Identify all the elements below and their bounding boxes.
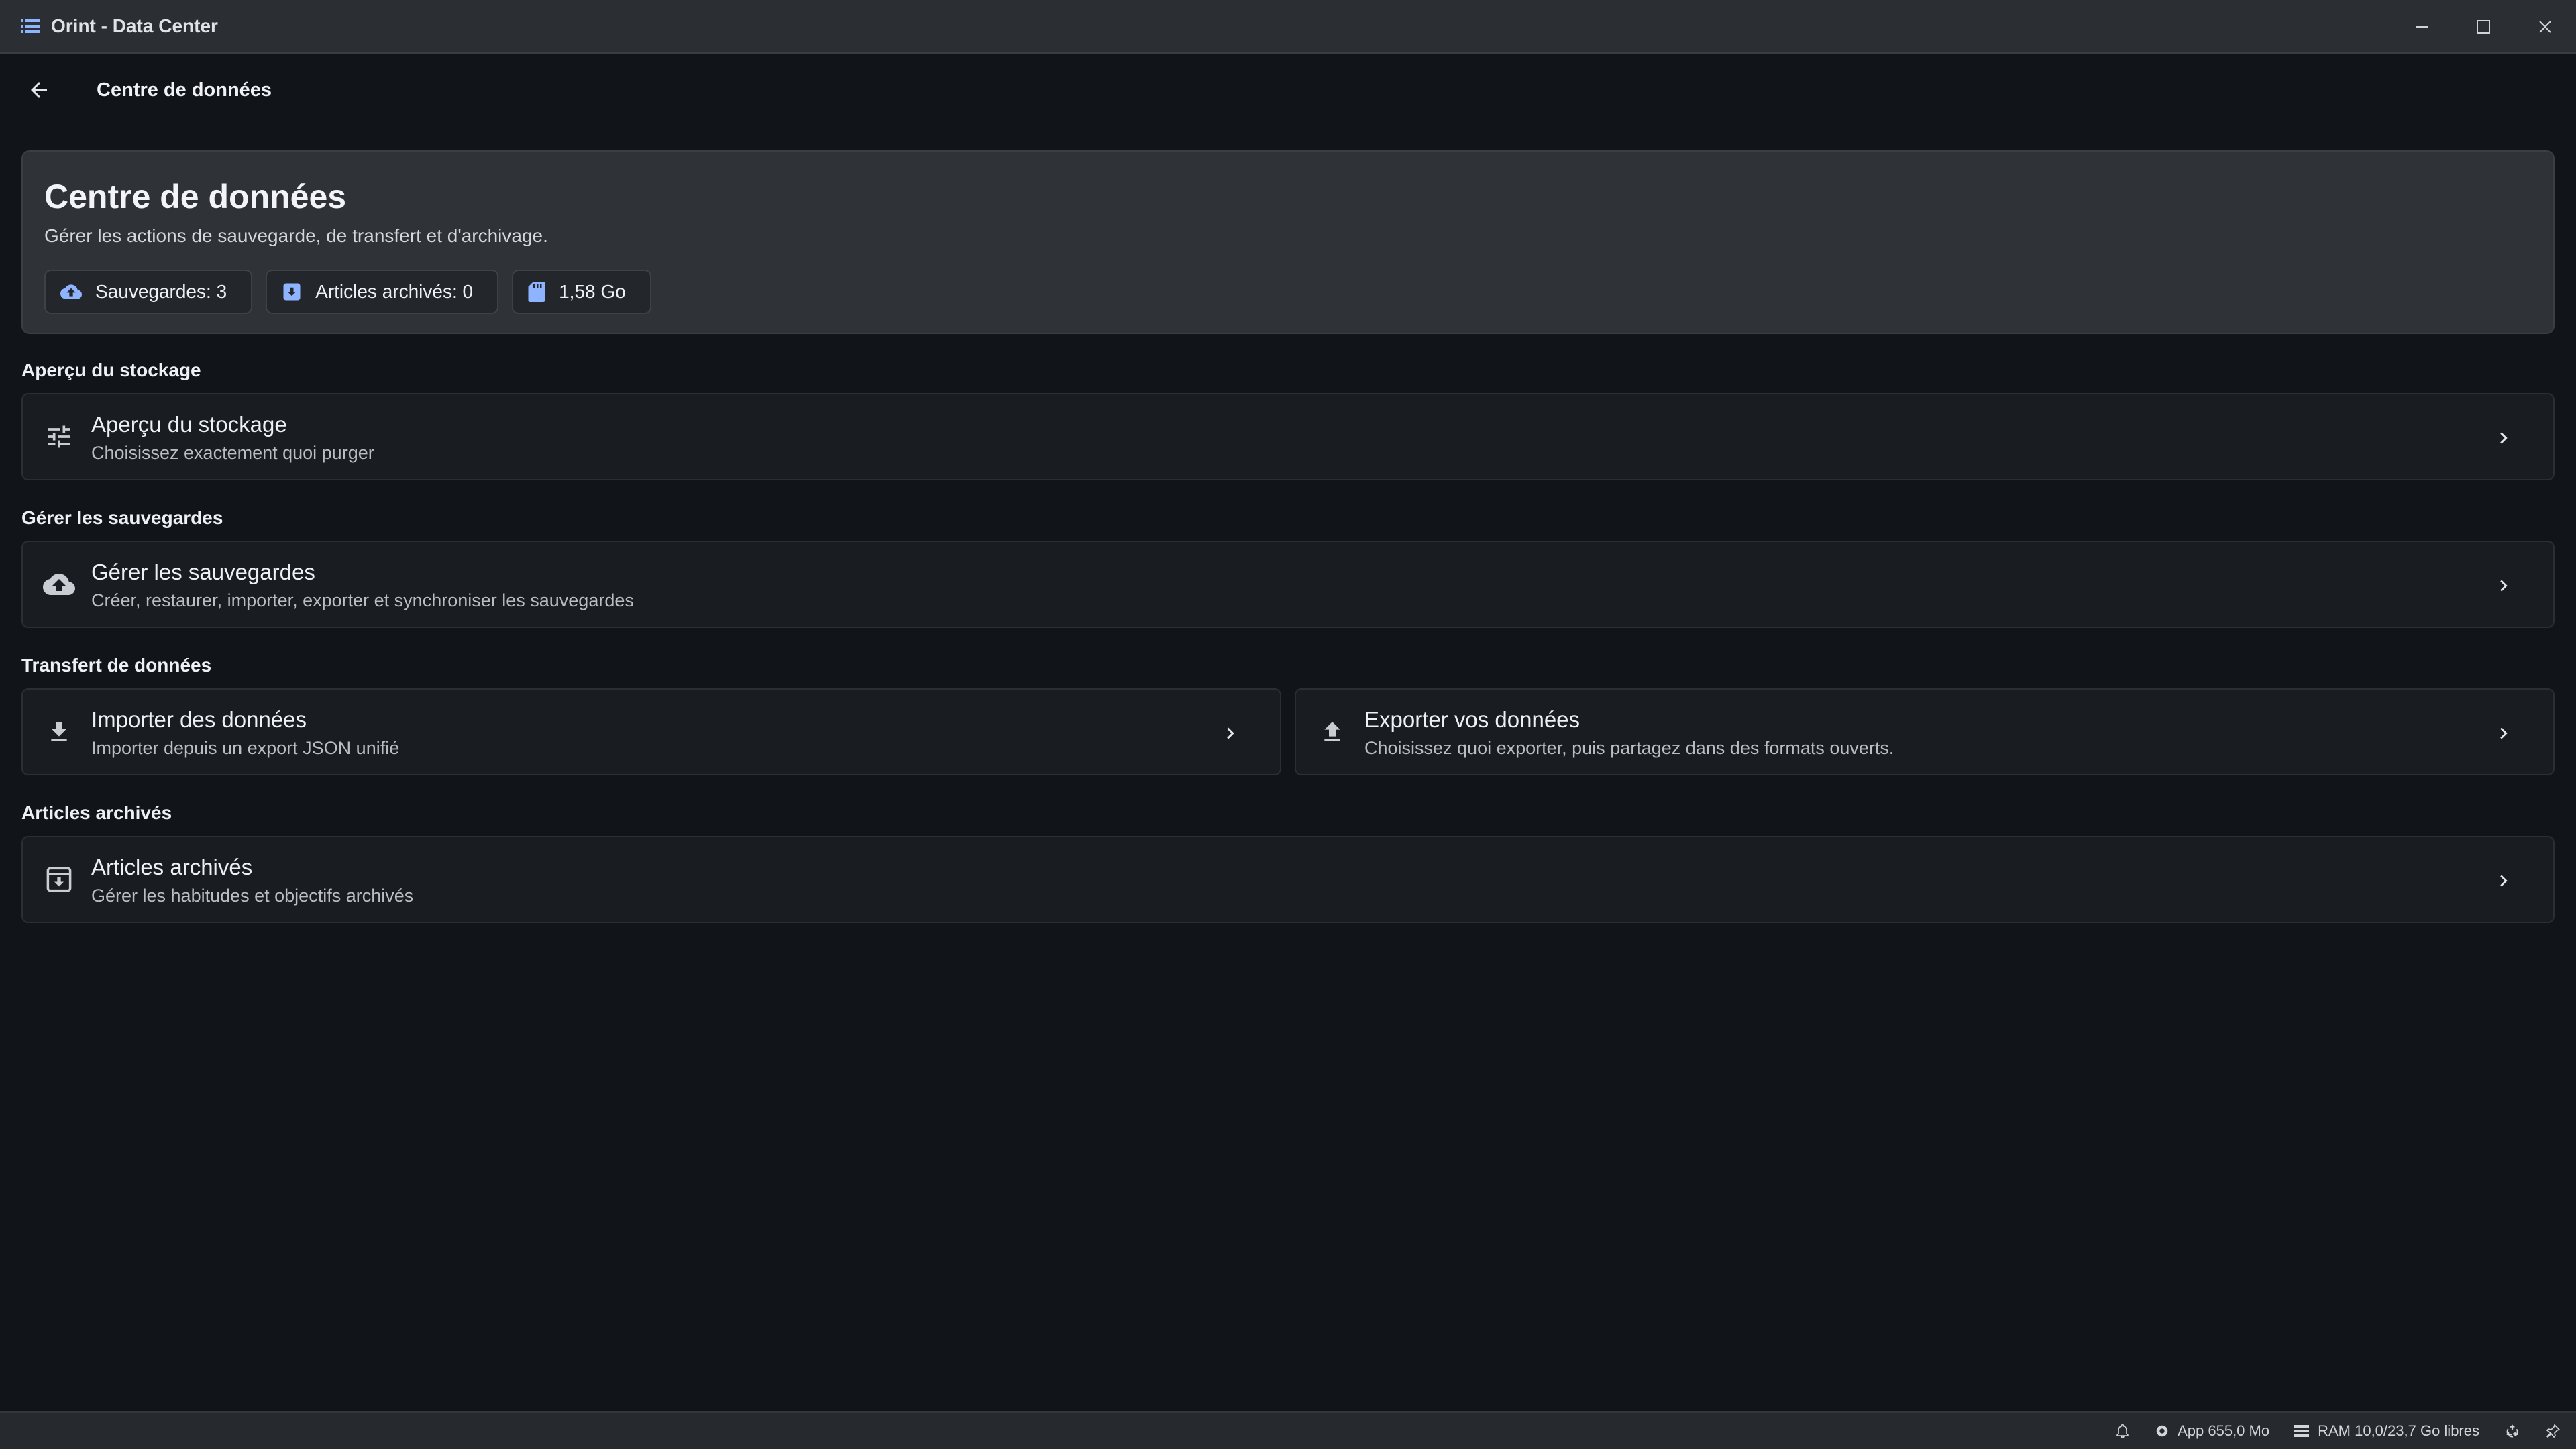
section-label-backups: Gérer les sauvegardes <box>21 507 223 528</box>
upload-icon <box>1316 716 1348 748</box>
hero-card: Centre de données Gérer les actions de s… <box>21 150 2555 334</box>
maximize-button[interactable] <box>2453 0 2514 54</box>
chip-label: Articles archivés: 0 <box>315 281 474 302</box>
stat-chips: Sauvegardes: 3 Articles archivés: 0 1,58… <box>44 270 651 314</box>
bell-icon[interactable] <box>2114 1423 2131 1439</box>
chip-archived: Articles archivés: 0 <box>266 270 499 314</box>
manage-backups-card[interactable]: Gérer les sauvegardes Créer, restaurer, … <box>21 541 2555 628</box>
chip-label: Sauvegardes: 3 <box>95 281 227 302</box>
recycle-icon[interactable] <box>2504 1422 2521 1440</box>
section-label-storage: Aperçu du stockage <box>21 360 201 380</box>
close-button[interactable] <box>2514 0 2576 54</box>
chevron-right-icon <box>2491 574 2516 598</box>
maximize-icon <box>2477 20 2490 34</box>
chevron-right-icon <box>2491 426 2516 450</box>
arrow-left-icon <box>31 82 47 98</box>
chevron-right-icon <box>2491 869 2516 893</box>
card-title: Articles archivés <box>91 855 253 879</box>
hero-subtitle: Gérer les actions de sauvegarde, de tran… <box>44 225 548 246</box>
card-subtitle: Gérer les habitudes et objectifs archivé… <box>91 885 414 906</box>
chevron-right-icon <box>2491 721 2516 745</box>
app-memory-text: App 655,0 Mo <box>2178 1422 2270 1439</box>
chip-storage-size: 1,58 Go <box>512 270 651 314</box>
card-title: Exporter vos données <box>1364 707 1580 732</box>
card-title: Importer des données <box>91 707 307 732</box>
title-bar: Orint - Data Center <box>0 0 2576 54</box>
app-memory-indicator: App 655,0 Mo <box>2155 1422 2269 1440</box>
chevron-right-icon <box>1218 721 1242 745</box>
app-window: Orint - Data Center Centre de données Ce… <box>0 0 2576 1449</box>
card-subtitle: Créer, restaurer, importer, exporter et … <box>91 590 634 610</box>
globe-icon <box>2156 1425 2168 1437</box>
chip-backups: Sauvegardes: 3 <box>44 270 253 314</box>
ram-text: RAM 10,0/23,7 Go libres <box>2318 1422 2479 1439</box>
close-icon <box>2539 21 2551 33</box>
archived-items-card[interactable]: Articles archivés Gérer les habitudes et… <box>21 836 2555 923</box>
ram-indicator: RAM 10,0/23,7 Go libres <box>2294 1422 2479 1440</box>
minimize-icon <box>2416 26 2428 28</box>
tune-icon <box>43 421 75 453</box>
status-bar: App 655,0 Mo RAM 10,0/23,7 Go libres <box>0 1411 2576 1449</box>
card-title: Aperçu du stockage <box>91 412 287 437</box>
card-subtitle: Choisissez quoi exporter, puis partagez … <box>1364 738 1894 758</box>
card-subtitle: Importer depuis un export JSON unifié <box>91 738 400 758</box>
pin-icon[interactable] <box>2545 1423 2561 1439</box>
cloud-upload-icon <box>60 284 82 299</box>
storage-overview-card[interactable]: Aperçu du stockage Choisissez exactement… <box>21 393 2555 480</box>
page-title: Centre de données <box>97 79 272 101</box>
sd-card-icon <box>528 282 545 302</box>
list-icon <box>20 16 40 36</box>
card-subtitle: Choisissez exactement quoi purger <box>91 443 374 463</box>
window-title: Orint - Data Center <box>51 15 218 36</box>
chip-label: 1,58 Go <box>559 281 626 302</box>
cloud-upload-icon <box>43 568 75 600</box>
section-label-archived: Articles archivés <box>21 802 172 823</box>
back-button[interactable] <box>20 71 58 109</box>
minimize-button[interactable] <box>2391 0 2453 54</box>
card-title: Gérer les sauvegardes <box>91 559 315 584</box>
archive-icon <box>43 863 75 896</box>
window-controls <box>2391 0 2576 54</box>
memory-icon <box>2294 1425 2310 1437</box>
archive-icon <box>283 283 301 301</box>
download-icon <box>43 716 75 748</box>
import-data-card[interactable]: Importer des données Importer depuis un … <box>21 688 1281 775</box>
hero-title: Centre de données <box>44 178 347 215</box>
export-data-card[interactable]: Exporter vos données Choisissez quoi exp… <box>1295 688 2555 775</box>
page-header: Centre de données <box>0 54 2576 129</box>
section-label-transfer: Transfert de données <box>21 655 212 676</box>
